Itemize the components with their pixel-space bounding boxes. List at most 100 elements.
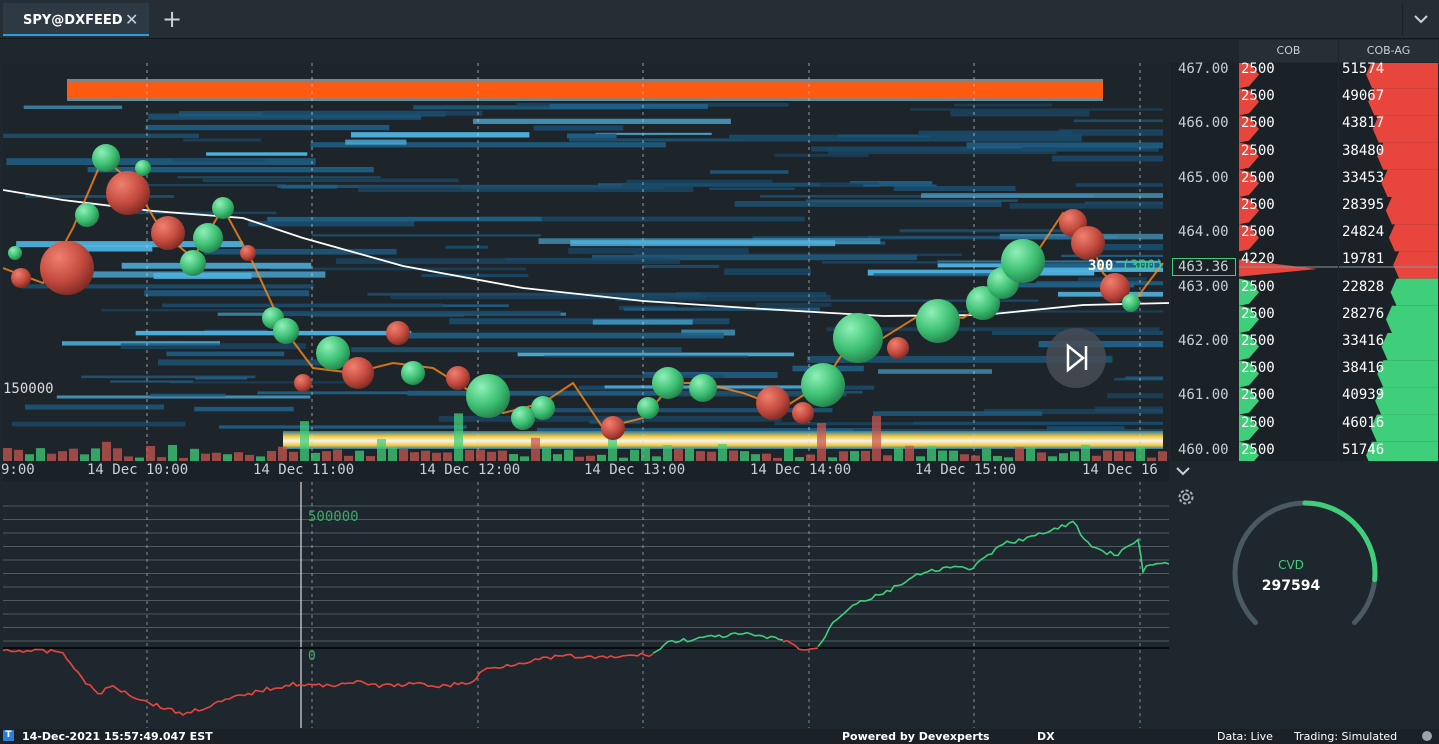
buy-bubble xyxy=(652,367,684,399)
skip-to-end-icon[interactable] xyxy=(1046,328,1106,388)
volume-bar xyxy=(311,452,320,461)
sell-bubble xyxy=(446,366,470,390)
price-label: 464.00 xyxy=(1178,224,1229,241)
volume-bar xyxy=(861,450,870,461)
volume-bar xyxy=(190,448,199,461)
heat-band xyxy=(172,157,266,162)
heat-band xyxy=(168,381,368,384)
heat-band xyxy=(445,245,488,249)
cob-value: 2500 xyxy=(1241,333,1275,349)
volume-bar xyxy=(289,451,298,461)
volume-bar xyxy=(3,447,12,461)
volume-bar xyxy=(509,454,518,461)
cobag-bar xyxy=(1393,251,1438,279)
cursor-size-agg: (300) xyxy=(1121,258,1164,274)
volume-bar xyxy=(740,451,749,461)
volume-bar xyxy=(113,448,122,461)
heat-band xyxy=(568,247,749,254)
heat-band xyxy=(441,304,509,308)
heat-band xyxy=(345,139,407,145)
cobag-value: 19781 xyxy=(1342,251,1385,268)
sell-bubble xyxy=(294,374,312,392)
heat-band xyxy=(194,406,294,412)
heat-band xyxy=(568,138,744,142)
cob-header: COB xyxy=(1239,40,1338,62)
volume-bar xyxy=(58,451,67,461)
heat-band xyxy=(144,290,310,297)
chevron-down-icon[interactable] xyxy=(1402,3,1439,35)
heat-band xyxy=(709,187,795,190)
volume-bar xyxy=(1026,447,1035,461)
cobag-value: 22828 xyxy=(1342,278,1385,295)
price-label: 467.00 xyxy=(1178,61,1229,77)
heat-band xyxy=(626,179,773,183)
chevron-down-icon[interactable] xyxy=(1172,462,1194,480)
heatmap-chart[interactable]: 150000 300 (300) xyxy=(3,63,1169,461)
heat-band xyxy=(953,103,1052,107)
buy-bubble xyxy=(466,374,510,418)
cvd-label: CVD xyxy=(1278,558,1304,572)
status-data: Data: Live xyxy=(1217,730,1273,743)
heat-band xyxy=(910,108,1163,111)
plus-icon[interactable]: + xyxy=(158,4,186,34)
volume-bar xyxy=(25,454,34,461)
time-label: 14 Dec 15:00 xyxy=(915,462,1017,478)
cobag-column: 51574 49067 43817 38480 33453 28395 24824 19781… xyxy=(1339,61,1438,461)
heat-band xyxy=(206,152,308,156)
status-dx: DX xyxy=(1037,730,1055,743)
heat-band xyxy=(110,380,193,383)
cvd-chart[interactable]: 500000 0 xyxy=(3,482,1169,728)
price-axis[interactable]: 467.00 466.00 465.00 464.00 463.00 462.00 461.… xyxy=(1171,61,1239,461)
price-label: 462.00 xyxy=(1178,333,1229,349)
cobag-value: 38416 xyxy=(1342,360,1385,377)
volume-bar xyxy=(1136,446,1145,461)
time-label: 14 Dec 11:00 xyxy=(253,462,355,478)
cob-value: 2500 xyxy=(1241,414,1275,431)
cob-value: 2500 xyxy=(1241,169,1275,186)
buy-bubble xyxy=(401,361,425,385)
heat-band xyxy=(1021,147,1138,152)
status-bar: T 14-Dec-2021 15:57:49.047 EST Powered b… xyxy=(0,729,1439,744)
volume-bar xyxy=(432,452,441,461)
cursor-size-label: 300 (300) xyxy=(1088,258,1164,274)
close-icon[interactable]: ✕ xyxy=(125,10,138,29)
heat-band xyxy=(544,355,749,358)
heat-band xyxy=(878,369,992,374)
heat-band xyxy=(183,138,262,142)
volume-bar xyxy=(1114,451,1123,461)
tab-spy-dxfeed[interactable]: SPY@DXFEED ✕ xyxy=(3,3,149,36)
buy-bubble xyxy=(135,160,151,176)
volume-bar xyxy=(938,450,947,461)
cobag-bar xyxy=(1375,387,1438,415)
sell-bubble xyxy=(240,245,256,261)
heat-band xyxy=(724,268,812,275)
cobag-header: COB-AG xyxy=(1339,40,1438,62)
heat-band xyxy=(710,170,789,174)
volume-bar xyxy=(564,449,573,461)
volume-bar xyxy=(663,445,672,461)
sell-bubble xyxy=(386,321,410,345)
cobag-value: 24824 xyxy=(1342,224,1385,241)
volume-bar xyxy=(14,449,23,461)
buy-bubble xyxy=(916,299,960,343)
cob-value: 2500 xyxy=(1241,441,1275,458)
buy-bubble xyxy=(212,197,234,219)
cobag-value: 28276 xyxy=(1342,305,1385,322)
buy-bubble xyxy=(511,406,535,430)
volume-bar xyxy=(817,423,826,461)
heat-band xyxy=(145,124,390,131)
heat-band xyxy=(893,185,1016,192)
volume-bar xyxy=(707,451,716,461)
heat-band xyxy=(421,273,529,278)
buy-bubble xyxy=(833,313,883,363)
heat-band xyxy=(162,303,443,308)
sell-bubble xyxy=(106,171,150,215)
volume-bar xyxy=(454,413,463,461)
volume-bar xyxy=(355,450,364,461)
cobag-bar xyxy=(1377,360,1438,388)
time-axis[interactable]: 9:00 14 Dec 10:00 14 Dec 11:00 14 Dec 12:00… xyxy=(1,461,1169,481)
volume-bar xyxy=(146,445,155,461)
volume-bar xyxy=(1158,451,1167,461)
heat-band xyxy=(11,421,186,427)
heat-band xyxy=(1094,406,1163,413)
